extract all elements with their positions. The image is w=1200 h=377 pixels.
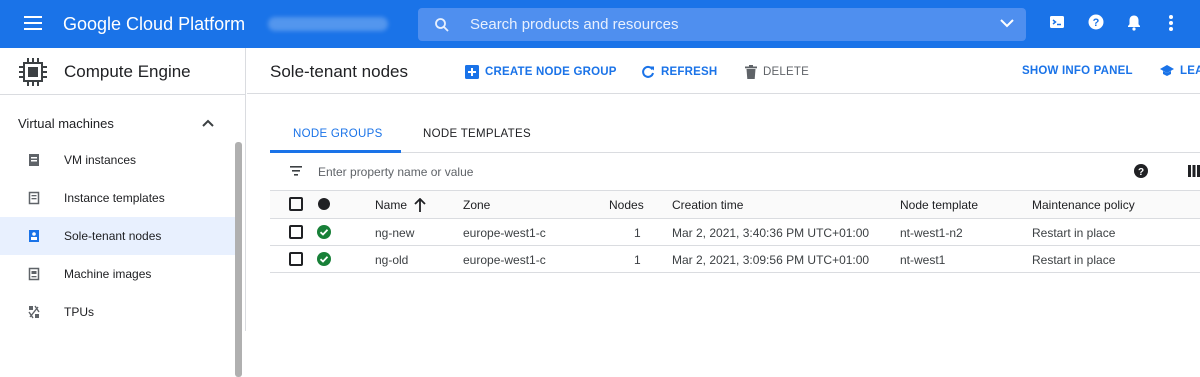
learn-label: LEA xyxy=(1180,65,1200,77)
tab-node-templates[interactable]: NODE TEMPLATES xyxy=(423,128,531,140)
nodes-cell: 1 xyxy=(634,253,641,267)
filter-input[interactable]: Enter property name or value xyxy=(318,165,473,179)
vm-icon xyxy=(29,154,39,166)
node-template-cell[interactable]: nt-west1-n2 xyxy=(900,226,963,240)
node-template-cell[interactable]: nt-west1 xyxy=(900,253,945,267)
show-info-panel-button[interactable]: SHOW INFO PANEL xyxy=(1022,65,1133,77)
zone-cell: europe-west1-c xyxy=(463,226,546,240)
trash-icon xyxy=(745,65,757,79)
table-row[interactable]: ng-old europe-west1-c 1 Mar 2, 2021, 3:0… xyxy=(270,246,1200,273)
select-all-checkbox[interactable] xyxy=(289,197,303,211)
column-header-node-template[interactable]: Node template xyxy=(900,198,978,212)
create-node-group-button[interactable]: CREATE NODE GROUP xyxy=(465,65,617,79)
school-icon xyxy=(1160,65,1174,76)
maintenance-policy-cell: Restart in place xyxy=(1032,226,1116,240)
tab-bar: NODE GROUPS NODE TEMPLATES xyxy=(270,118,1200,153)
top-bar: Google Cloud Platform Search products an… xyxy=(0,0,1200,48)
product-title: Compute Engine xyxy=(64,62,191,81)
zone-cell: europe-west1-c xyxy=(463,253,546,267)
arrow-up-icon[interactable] xyxy=(414,198,426,212)
sidebar: Compute Engine Virtual machines VM insta… xyxy=(0,48,246,377)
column-header-zone[interactable]: Zone xyxy=(463,198,490,212)
maintenance-policy-cell: Restart in place xyxy=(1032,253,1116,267)
sidebar-item-sole-tenant-nodes[interactable]: Sole-tenant nodes xyxy=(0,217,236,255)
delete-label: DELETE xyxy=(763,66,809,78)
sidebar-item-label: TPUs xyxy=(64,305,94,319)
sidebar-item-vm-instances[interactable]: VM instances xyxy=(0,141,236,179)
sole-tenant-icon xyxy=(29,230,39,242)
info-panel-label: SHOW INFO PANEL xyxy=(1022,65,1133,77)
column-header-nodes[interactable]: Nodes xyxy=(609,198,644,212)
project-selector[interactable] xyxy=(268,17,388,31)
node-groups-table: Name Zone Nodes Creation time Node templ… xyxy=(270,191,1200,273)
action-bar: Sole-tenant nodes CREATE NODE GROUP REFR… xyxy=(247,48,1200,94)
creation-time-cell: Mar 2, 2021, 3:40:36 PM UTC+01:00 xyxy=(672,226,870,240)
help-icon[interactable]: ? xyxy=(1134,164,1148,178)
refresh-icon xyxy=(642,65,654,78)
sidebar-item-label: Instance templates xyxy=(64,191,165,205)
column-header-name[interactable]: Name xyxy=(375,198,407,212)
search-bar[interactable]: Search products and resources xyxy=(418,8,1026,41)
tpu-icon xyxy=(28,305,40,319)
chevron-down-icon[interactable] xyxy=(1000,18,1014,28)
add-box-icon xyxy=(465,65,479,79)
learn-button[interactable]: LEA xyxy=(1160,65,1200,77)
help-icon[interactable]: ? xyxy=(1088,14,1104,30)
table-row[interactable]: ng-new europe-west1-c 1 Mar 2, 2021, 3:4… xyxy=(270,219,1200,246)
tab-node-groups[interactable]: NODE GROUPS xyxy=(293,128,383,140)
brand-title[interactable]: Google Cloud Platform xyxy=(63,14,245,35)
notifications-icon[interactable] xyxy=(1126,14,1142,31)
more-vert-icon[interactable] xyxy=(1168,14,1174,32)
nodes-cell: 1 xyxy=(634,226,641,240)
chevron-up-icon[interactable] xyxy=(201,118,215,128)
row-checkbox[interactable] xyxy=(289,225,303,239)
column-header-maintenance-policy[interactable]: Maintenance policy xyxy=(1032,198,1135,212)
node-group-name-link[interactable]: ng-new xyxy=(375,226,414,240)
status-ok-icon xyxy=(317,252,331,266)
row-checkbox[interactable] xyxy=(289,252,303,266)
page-title: Sole-tenant nodes xyxy=(270,62,408,81)
filter-icon[interactable] xyxy=(290,166,302,176)
node-group-name-link[interactable]: ng-old xyxy=(375,253,408,267)
status-ok-icon xyxy=(317,225,331,239)
delete-button[interactable]: DELETE xyxy=(745,65,809,79)
svg-text:?: ? xyxy=(1138,167,1144,178)
sidebar-header: Compute Engine xyxy=(0,48,245,95)
refresh-button[interactable]: REFRESH xyxy=(641,65,717,79)
table-header-row: Name Zone Nodes Creation time Node templ… xyxy=(270,191,1200,219)
column-display-icon[interactable] xyxy=(1188,165,1200,177)
sidebar-item-tpus[interactable]: TPUs xyxy=(0,293,236,331)
filter-bar: Enter property name or value ? xyxy=(270,153,1200,191)
sidebar-item-label: Machine images xyxy=(64,267,152,281)
sidebar-item-instance-templates[interactable]: Instance templates xyxy=(0,179,236,217)
section-virtual-machines[interactable]: Virtual machines xyxy=(18,116,114,131)
sidebar-item-label: Sole-tenant nodes xyxy=(64,229,162,243)
creation-time-cell: Mar 2, 2021, 3:09:56 PM UTC+01:00 xyxy=(672,253,870,267)
create-label: CREATE NODE GROUP xyxy=(485,66,617,78)
chip-icon xyxy=(19,58,47,86)
svg-text:?: ? xyxy=(1093,17,1100,29)
search-input[interactable]: Search products and resources xyxy=(470,16,678,33)
template-icon xyxy=(28,191,40,205)
sidebar-scrollbar[interactable] xyxy=(235,142,242,377)
sidebar-item-machine-images[interactable]: Machine images xyxy=(0,255,236,293)
machine-image-icon xyxy=(28,267,40,281)
refresh-label: REFRESH xyxy=(661,66,718,78)
column-header-creation-time[interactable]: Creation time xyxy=(672,198,743,212)
menu-icon[interactable] xyxy=(24,16,42,30)
cloud-shell-icon[interactable] xyxy=(1049,14,1065,30)
sidebar-item-label: VM instances xyxy=(64,153,137,167)
status-column-icon xyxy=(318,198,330,210)
search-icon xyxy=(435,18,449,32)
